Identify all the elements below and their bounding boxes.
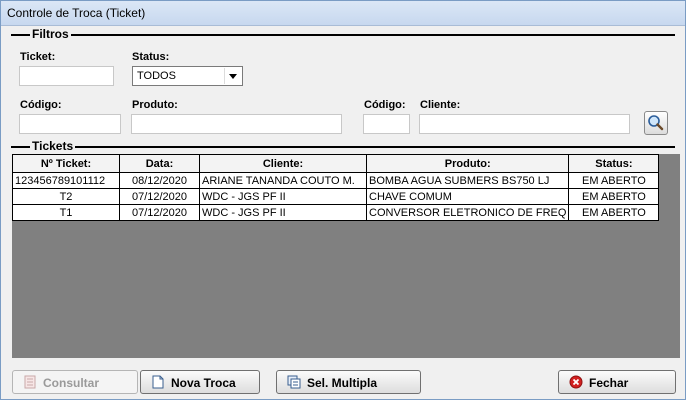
window-title: Controle de Troca (Ticket) xyxy=(7,6,146,20)
cell-ticket: T1 xyxy=(12,204,120,221)
search-button[interactable] xyxy=(644,111,668,135)
column-header-data[interactable]: Data: xyxy=(119,154,200,173)
ticket-input[interactable] xyxy=(19,66,114,86)
table-row[interactable]: 123456789101112 08/12/2020 ARIANE TANAND… xyxy=(12,172,660,189)
cell-cliente: WDC - JGS PF II xyxy=(199,204,367,221)
tickets-group-title: Tickets xyxy=(30,139,76,153)
produto-input[interactable] xyxy=(131,114,342,134)
cell-status: EM ABERTO xyxy=(568,204,660,221)
cell-produto: BOMBA AGUA SUBMERS BS750 LJ xyxy=(365,172,570,189)
cell-cliente: WDC - JGS PF II xyxy=(199,188,367,205)
column-header-cliente[interactable]: Cliente: xyxy=(199,154,367,173)
column-header-status[interactable]: Status: xyxy=(568,154,660,173)
codigo-cliente-input[interactable] xyxy=(363,114,410,134)
cliente-label: Cliente: xyxy=(420,99,461,111)
produto-label: Produto: xyxy=(132,99,178,111)
table-header-row: Nº Ticket: Data: Cliente: Produto: Statu… xyxy=(12,154,660,173)
cell-status: EM ABERTO xyxy=(568,188,660,205)
filtros-group-title: Filtros xyxy=(30,27,71,41)
column-header-produto[interactable]: Produto: xyxy=(365,154,570,173)
codigo-produto-input[interactable] xyxy=(19,114,121,134)
codigo-produto-label: Código: xyxy=(20,99,62,111)
sel-multipla-label: Sel. Multipla xyxy=(307,376,378,390)
consultar-label: Consultar xyxy=(43,376,100,390)
cell-status: EM ABERTO xyxy=(568,172,660,189)
fechar-label: Fechar xyxy=(589,376,629,390)
cell-data: 08/12/2020 xyxy=(119,172,200,189)
tickets-divider xyxy=(11,146,675,148)
fechar-button[interactable]: Fechar xyxy=(558,370,676,394)
status-label: Status: xyxy=(132,51,170,63)
document-icon xyxy=(24,375,36,389)
cell-produto: CONVERSOR ELETRONICO DE FREQ xyxy=(365,204,570,221)
magnifier-icon xyxy=(648,115,664,131)
ticket-label: Ticket: xyxy=(20,51,56,63)
table-row[interactable]: T1 07/12/2020 WDC - JGS PF II CONVERSOR … xyxy=(12,204,660,221)
codigo-cliente-label: Código: xyxy=(364,99,406,111)
consultar-button[interactable]: Consultar xyxy=(12,370,138,394)
cell-ticket: 123456789101112 xyxy=(12,172,120,189)
tickets-table: Nº Ticket: Data: Cliente: Produto: Statu… xyxy=(12,154,660,221)
cell-data: 07/12/2020 xyxy=(119,204,200,221)
nova-troca-label: Nova Troca xyxy=(171,376,236,390)
cliente-input[interactable] xyxy=(419,114,630,134)
cell-produto: CHAVE COMUM xyxy=(365,188,570,205)
column-header-ticket[interactable]: Nº Ticket: xyxy=(12,154,120,173)
multi-select-icon xyxy=(287,375,301,389)
title-bar[interactable]: Controle de Troca (Ticket) xyxy=(1,1,685,26)
nova-troca-button[interactable]: Nova Troca xyxy=(140,370,260,394)
status-select[interactable]: TODOS xyxy=(132,66,243,86)
sel-multipla-button[interactable]: Sel. Multipla xyxy=(276,370,421,394)
status-select-value: TODOS xyxy=(137,70,176,82)
cell-cliente: ARIANE TANANDA COUTO M. xyxy=(199,172,367,189)
filtros-divider xyxy=(11,34,675,36)
chevron-down-icon[interactable] xyxy=(224,68,241,84)
cell-data: 07/12/2020 xyxy=(119,188,200,205)
main-window: Controle de Troca (Ticket) Filtros Ticke… xyxy=(0,0,686,400)
close-icon xyxy=(569,375,583,389)
tickets-grid[interactable]: Nº Ticket: Data: Cliente: Produto: Statu… xyxy=(12,154,680,358)
cell-ticket: T2 xyxy=(12,188,120,205)
table-row[interactable]: T2 07/12/2020 WDC - JGS PF II CHAVE COMU… xyxy=(12,188,660,205)
new-document-icon xyxy=(152,375,164,389)
